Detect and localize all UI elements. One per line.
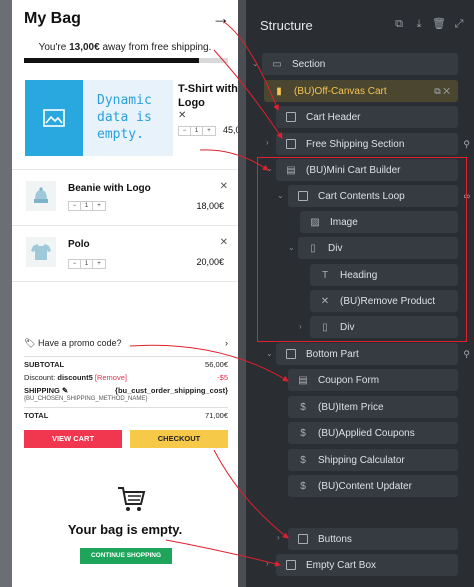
annotation-arrows — [129, 21, 289, 567]
arrow-to-coupon-form — [129, 344, 289, 382]
arrow-to-buttons — [213, 449, 289, 539]
arrow-to-empty-cart — [165, 539, 281, 567]
arrow-to-cart-header — [223, 21, 279, 111]
arrow-to-mini-cart — [199, 149, 269, 171]
